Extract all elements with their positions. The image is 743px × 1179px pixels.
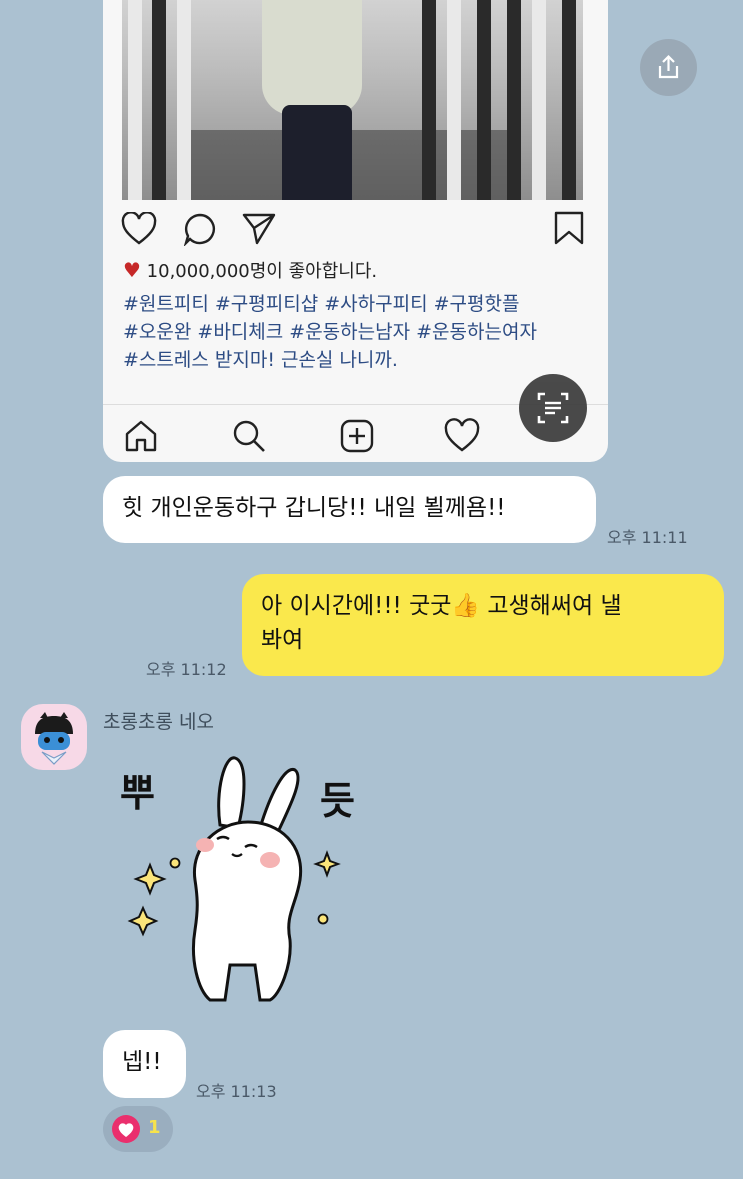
- text-scan-icon: [537, 392, 569, 424]
- bunny-sticker-icon: [127, 756, 341, 1002]
- message-text: 봐여: [261, 627, 304, 653]
- comment-icon: [183, 213, 215, 246]
- share-icon: [658, 54, 679, 79]
- home-icon: [125, 420, 157, 452]
- message-text: 넵!!: [122, 1049, 162, 1075]
- message-text: 힛 개인운동하구 갑니당!! 내일 뵐께욤!!: [122, 495, 506, 521]
- avatar[interactable]: [21, 704, 87, 770]
- hashtag-line: #오운완 #바디체크 #운동하는남자 #운동하는여자: [123, 321, 537, 343]
- bookmark-icon: [554, 211, 584, 245]
- hashtag-line: #스트레스 받지마! 근손실 나니까.: [123, 349, 398, 371]
- search-icon: [233, 420, 265, 452]
- add-post-icon: [340, 419, 374, 453]
- post-actions: [121, 210, 591, 250]
- message-bubble[interactable]: 힛 개인운동하구 갑니당!! 내일 뵐께욤!!: [103, 476, 596, 543]
- message-time: 오후 11:11: [607, 528, 688, 547]
- heart-icon: ♥: [123, 258, 141, 282]
- gym-photo: [122, 0, 583, 200]
- activity-icon: [444, 418, 480, 452]
- sticker[interactable]: 뿌 듯: [120, 750, 380, 1010]
- hashtags: #원트피티 #구평피티샵 #사하구피티 #구평핫플 #오운완 #바디체크 #운동…: [123, 290, 593, 374]
- likes-count: ♥ 10,000,000명이 좋아합니다.: [123, 257, 377, 283]
- message-text: 아 이시간에!!! 굿굿👍 고생해써여 낼: [261, 593, 622, 619]
- message-bubble[interactable]: 넵!!: [103, 1030, 186, 1098]
- message-time: 오후 11:12: [146, 660, 227, 679]
- share-button[interactable]: [640, 39, 697, 96]
- send-icon: [242, 213, 276, 245]
- likes-text: 10,000,000명이 좋아합니다.: [146, 261, 378, 282]
- my-message-bubble[interactable]: 아 이시간에!!! 굿굿👍 고생해써여 낼 봐여: [242, 574, 724, 676]
- reaction-badge[interactable]: 1: [103, 1106, 173, 1152]
- message-time: 오후 11:13: [196, 1082, 277, 1101]
- hashtag-line: #원트피티 #구평피티샵 #사하구피티 #구평핫플: [123, 293, 520, 315]
- neo-character-icon: [35, 712, 73, 765]
- scan-text-button[interactable]: [519, 374, 587, 442]
- heart-reaction-icon: [112, 1115, 140, 1143]
- sender-name: 초롱초롱 네오: [103, 711, 214, 733]
- like-icon: [121, 212, 157, 245]
- reaction-count: 1: [148, 1117, 161, 1138]
